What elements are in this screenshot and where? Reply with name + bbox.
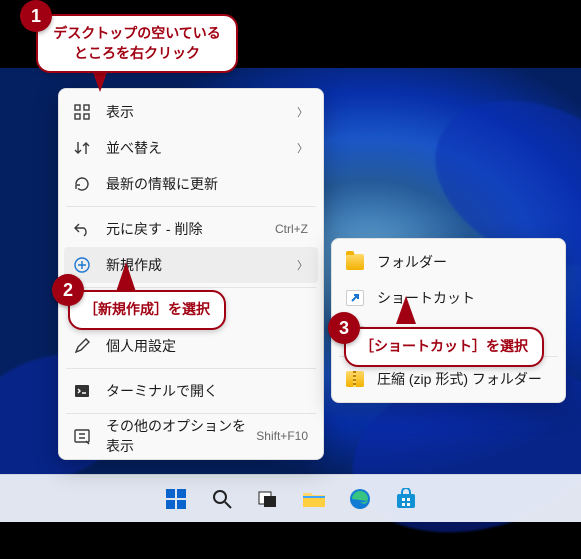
refresh-icon [72,174,92,194]
desktop-context-menu: 表示 〉 並べ替え 〉 最新の情報に更新 元に戻す - 削除 Ctrl+Z 新規… [58,88,324,460]
separator [66,413,316,414]
explorer-button[interactable] [294,479,334,519]
menu-undo-shortcut: Ctrl+Z [275,222,308,236]
annotation-2: ［新規作成］を選択 [68,290,226,330]
annotation-3-badge: 3 [328,312,360,344]
separator [66,368,316,369]
chevron-right-icon: 〉 [297,140,308,156]
submenu-folder-label: フォルダー [377,252,550,272]
menu-more-label: その他のオプションを表示 [106,416,256,456]
chevron-right-icon: 〉 [297,257,308,273]
annotation-3: ［ショートカット］を選択 [344,327,544,367]
menu-sort-label: 並べ替え [106,138,297,158]
annotation-1: デスクトップの空いている ところを右クリック [36,14,238,73]
menu-personalize[interactable]: 個人用設定 [64,328,318,364]
menu-personalize-label: 個人用設定 [106,336,308,356]
start-button[interactable] [156,479,196,519]
menu-sort[interactable]: 並べ替え 〉 [64,130,318,166]
annotation-1-badge: 1 [20,0,52,32]
view-icon [72,102,92,122]
store-button[interactable] [386,479,426,519]
annotation-3-tail [396,296,416,324]
new-icon [72,255,92,275]
more-icon [72,426,92,446]
taskview-button[interactable] [248,479,288,519]
submenu-folder[interactable]: フォルダー [337,244,560,280]
separator [66,287,316,288]
personalize-icon [72,336,92,356]
submenu-shortcut[interactable]: ショートカット [337,280,560,316]
menu-more-shortcut: Shift+F10 [256,429,308,443]
menu-undo[interactable]: 元に戻す - 削除 Ctrl+Z [64,211,318,247]
shortcut-icon [345,288,365,308]
submenu-zip-label: 圧縮 (zip 形式) フォルダー [377,369,550,389]
menu-undo-label: 元に戻す - 削除 [106,219,275,239]
menu-new[interactable]: 新規作成 〉 [64,247,318,283]
menu-more-options[interactable]: その他のオプションを表示 Shift+F10 [64,418,318,454]
menu-refresh[interactable]: 最新の情報に更新 [64,166,318,202]
sort-icon [72,138,92,158]
taskbar [0,474,581,522]
menu-terminal[interactable]: ターミナルで開く [64,373,318,409]
zip-icon [345,369,365,389]
menu-terminal-label: ターミナルで開く [106,381,308,401]
annotation-2-tail [116,262,136,292]
search-button[interactable] [202,479,242,519]
edge-button[interactable] [340,479,380,519]
menu-view[interactable]: 表示 〉 [64,94,318,130]
menu-refresh-label: 最新の情報に更新 [106,174,308,194]
new-submenu: フォルダー ショートカット ビットマップ イメージ 圧縮 (zip 形式) フォ… [331,238,566,403]
folder-icon [345,252,365,272]
menu-view-label: 表示 [106,102,297,122]
chevron-right-icon: 〉 [297,104,308,120]
terminal-icon [72,381,92,401]
undo-icon [72,219,92,239]
annotation-2-badge: 2 [52,274,84,306]
separator [66,206,316,207]
